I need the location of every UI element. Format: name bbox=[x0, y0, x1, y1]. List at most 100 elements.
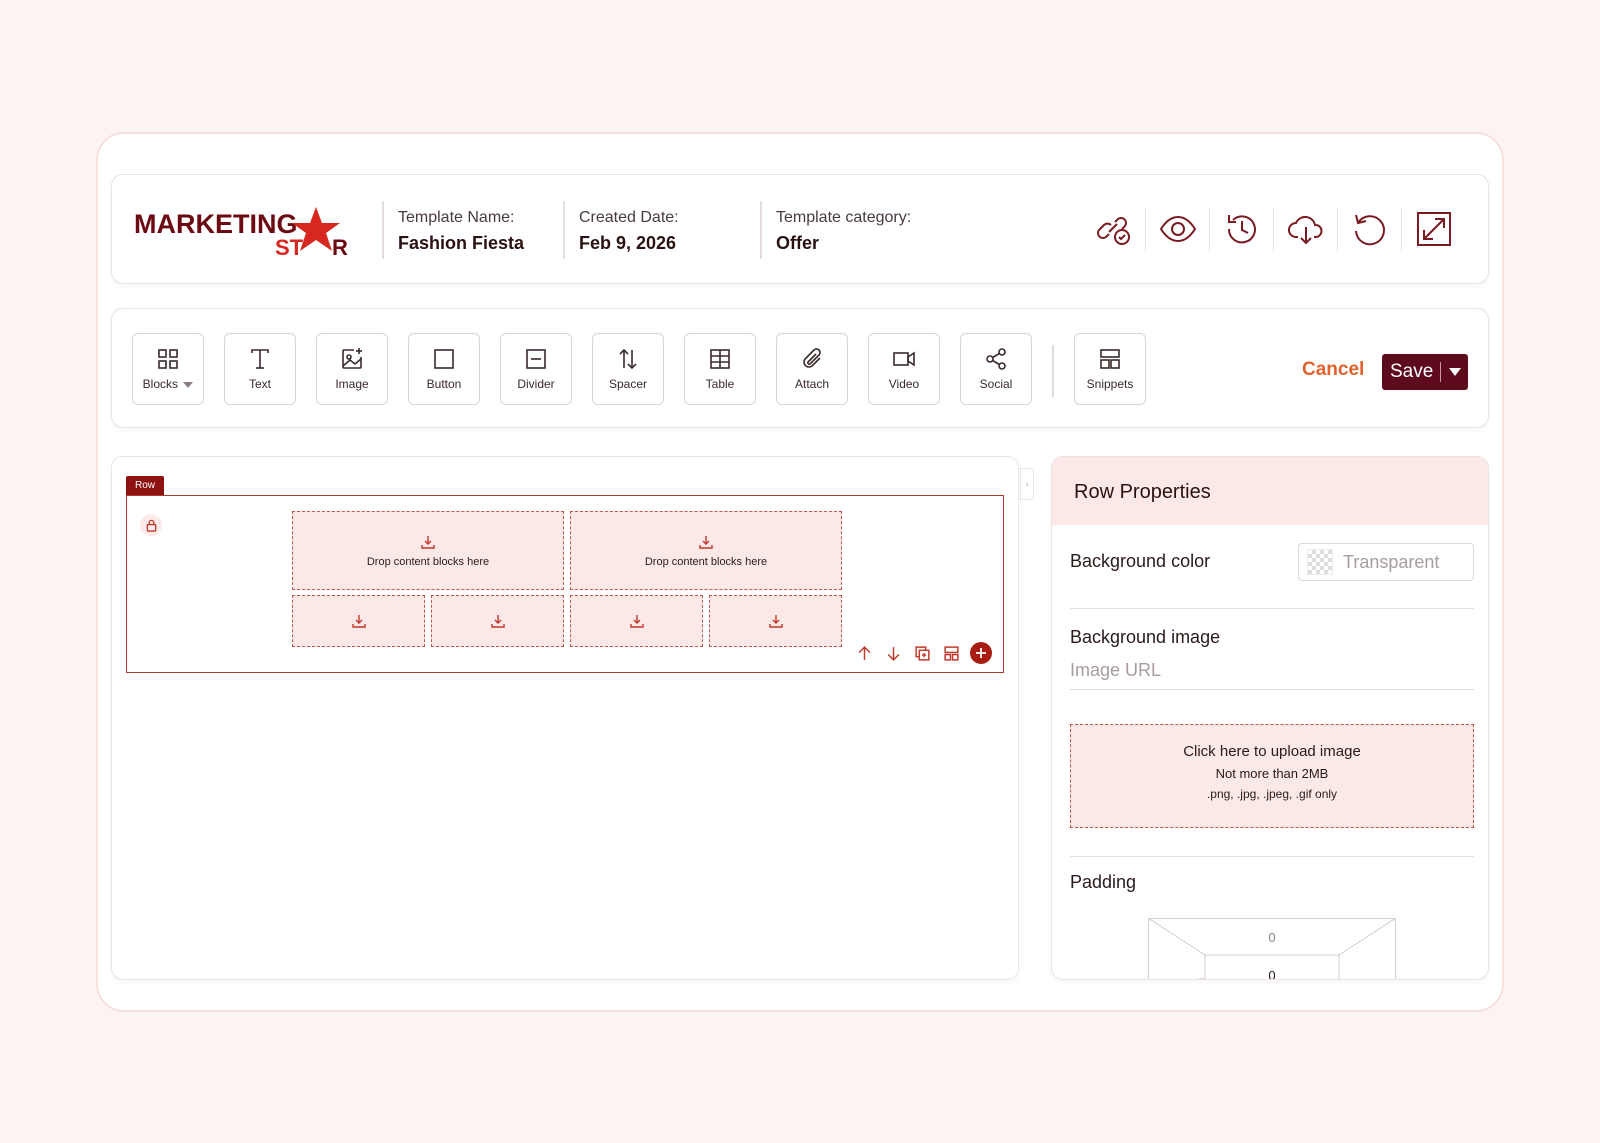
row-properties-panel: Row Properties Background color Transpar… bbox=[1051, 456, 1489, 980]
share-icon bbox=[986, 348, 1006, 370]
cloud-download-icon[interactable] bbox=[1274, 207, 1338, 251]
header-actions bbox=[1082, 207, 1466, 251]
tool-social[interactable]: Social bbox=[960, 333, 1032, 405]
snippets-icon bbox=[1100, 349, 1120, 369]
created-date: Created Date: Feb 9, 2026 bbox=[563, 201, 679, 259]
upload-title: Click here to upload image bbox=[1183, 743, 1361, 760]
chevron-down-icon[interactable] bbox=[1449, 368, 1461, 376]
drop-zone-small[interactable] bbox=[292, 595, 425, 647]
template-category-value: Offer bbox=[776, 233, 820, 253]
tool-blocks[interactable]: Blocks bbox=[132, 333, 204, 405]
link-check-icon[interactable] bbox=[1082, 207, 1146, 251]
lock-icon[interactable] bbox=[140, 514, 162, 536]
template-name: Template Name: Fashion Fiesta bbox=[382, 201, 524, 259]
tool-snippets-label: Snippets bbox=[1086, 377, 1134, 391]
template-name-label: Template Name: bbox=[398, 209, 515, 226]
tool-image-label: Image bbox=[335, 377, 369, 391]
download-icon bbox=[490, 615, 505, 628]
drop-zone-small[interactable] bbox=[570, 595, 703, 647]
panel-title: Row Properties bbox=[1052, 457, 1488, 525]
tool-table[interactable]: Table bbox=[684, 333, 756, 405]
save-button[interactable]: Save bbox=[1382, 354, 1468, 390]
button-icon bbox=[434, 349, 454, 369]
background-image-label: Background image bbox=[1070, 627, 1221, 647]
template-name-value: Fashion Fiesta bbox=[398, 233, 525, 253]
row-tag: Row bbox=[126, 476, 164, 495]
padding-box-model: 0 0 bbox=[1147, 917, 1397, 979]
row-actions bbox=[850, 640, 992, 666]
toolbar-divider bbox=[1052, 345, 1054, 397]
arrow-up-icon[interactable] bbox=[850, 640, 879, 666]
collapse-panel-handle[interactable]: › bbox=[1020, 468, 1034, 500]
tool-image[interactable]: Image bbox=[316, 333, 388, 405]
tool-attach-label: Attach bbox=[794, 377, 830, 391]
tool-table-label: Table bbox=[705, 377, 735, 391]
drop-zone-label: Drop content blocks here bbox=[366, 555, 490, 568]
tool-button[interactable]: Button bbox=[408, 333, 480, 405]
expand-icon[interactable] bbox=[1402, 207, 1466, 251]
table-icon bbox=[710, 349, 730, 369]
inner-padding-top-value[interactable]: 0 bbox=[1252, 968, 1292, 979]
template-header: MARKETING ST R Template Name: Fashion Fi… bbox=[111, 174, 1489, 284]
upload-size-limit: Not more than 2MB bbox=[1215, 766, 1329, 781]
image-add-icon bbox=[342, 348, 362, 369]
tool-divider[interactable]: Divider bbox=[500, 333, 572, 405]
divider bbox=[1070, 856, 1474, 857]
upload-formats: .png, .jpg, .jpeg, .gif only bbox=[1206, 787, 1338, 801]
divider bbox=[1070, 608, 1474, 609]
save-split-divider bbox=[1440, 362, 1441, 382]
cancel-button[interactable]: Cancel bbox=[1302, 359, 1364, 381]
tool-blocks-label: Blocks bbox=[142, 377, 178, 391]
marketing-star-logo: MARKETING ST R bbox=[134, 205, 354, 260]
drop-zone[interactable]: Drop content blocks here bbox=[570, 511, 842, 590]
drop-zone[interactable]: Drop content blocks here bbox=[292, 511, 564, 590]
layout-icon[interactable] bbox=[937, 640, 966, 666]
chevron-down-icon bbox=[183, 381, 194, 388]
tool-social-label: Social bbox=[979, 377, 1013, 391]
svg-text:R: R bbox=[332, 235, 348, 257]
download-icon bbox=[699, 535, 713, 549]
background-color-value: Transparent bbox=[1343, 551, 1440, 572]
drop-zone-label: Drop content blocks here bbox=[644, 555, 768, 568]
grid-icon bbox=[158, 349, 178, 369]
save-button-label: Save bbox=[1390, 361, 1434, 382]
reset-icon[interactable] bbox=[1338, 207, 1402, 251]
tool-attach[interactable]: Attach bbox=[776, 333, 848, 405]
download-icon bbox=[351, 615, 366, 628]
upload-image-dropzone[interactable]: Click here to upload image Not more than… bbox=[1070, 724, 1474, 828]
template-category: Template category: Offer bbox=[760, 201, 911, 259]
padding-top-value[interactable]: 0 bbox=[1252, 930, 1292, 945]
tool-video[interactable]: Video bbox=[868, 333, 940, 405]
download-icon bbox=[768, 615, 783, 628]
padding-label: Padding bbox=[1070, 872, 1137, 892]
tool-video-label: Video bbox=[888, 377, 920, 391]
tool-snippets[interactable]: Snippets bbox=[1074, 333, 1146, 405]
spacer-icon bbox=[619, 348, 637, 370]
add-icon[interactable] bbox=[970, 642, 992, 664]
duplicate-icon[interactable] bbox=[908, 640, 937, 666]
tool-text[interactable]: Text bbox=[224, 333, 296, 405]
paperclip-icon bbox=[803, 348, 821, 368]
background-color-picker[interactable]: Transparent bbox=[1298, 543, 1474, 581]
background-color-label: Background color bbox=[1070, 551, 1211, 571]
svg-text:ST: ST bbox=[275, 235, 304, 257]
text-icon bbox=[251, 349, 269, 369]
divider-icon bbox=[526, 349, 546, 369]
drop-zone-small[interactable] bbox=[709, 595, 842, 647]
arrow-down-icon[interactable] bbox=[879, 640, 908, 666]
history-icon[interactable] bbox=[1210, 207, 1274, 251]
tool-spacer-label: Spacer bbox=[608, 377, 648, 391]
video-icon bbox=[893, 351, 915, 367]
svg-text:MARKETING: MARKETING bbox=[134, 209, 298, 239]
tool-spacer[interactable]: Spacer bbox=[592, 333, 664, 405]
drop-zone-small[interactable] bbox=[431, 595, 564, 647]
block-toolbar: Blocks Text Image Button Divider Spacer … bbox=[111, 308, 1489, 428]
transparent-swatch-icon bbox=[1307, 549, 1333, 575]
image-url-input[interactable]: Image URL bbox=[1070, 660, 1474, 690]
eye-icon[interactable] bbox=[1146, 207, 1210, 251]
created-date-label: Created Date: bbox=[579, 209, 679, 226]
template-category-label: Template category: bbox=[776, 209, 912, 226]
download-icon bbox=[421, 535, 435, 549]
created-date-value: Feb 9, 2026 bbox=[579, 233, 677, 253]
tool-button-label: Button bbox=[426, 377, 462, 391]
